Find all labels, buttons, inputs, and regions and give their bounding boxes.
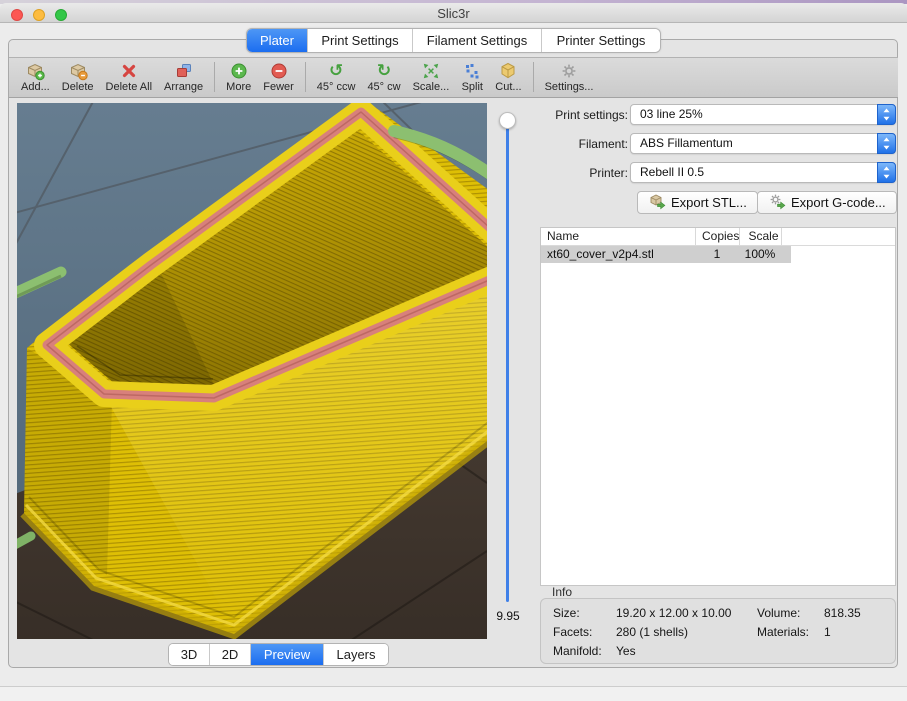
- split-label: Split: [462, 81, 483, 94]
- layer-slider-track[interactable]: [506, 126, 509, 602]
- add-label: Add...: [21, 81, 50, 94]
- tab-printer-settings[interactable]: Printer Settings: [541, 29, 660, 52]
- rotate-ccw-button[interactable]: ↺ 45° ccw: [311, 58, 362, 94]
- slic3r-window: Slic3r Plater Print Settings Filament Se…: [0, 0, 907, 701]
- settings-gear-icon: [558, 61, 580, 81]
- export-stl-label: Export STL...: [671, 195, 747, 210]
- materials-value: 1: [824, 625, 831, 639]
- export-gcode-button[interactable]: Export G-code...: [757, 191, 897, 214]
- more-button[interactable]: More: [220, 58, 257, 94]
- filament-label: Filament:: [538, 137, 628, 151]
- column-header-copies[interactable]: Copies: [695, 228, 739, 245]
- export-gcode-label: Export G-code...: [791, 195, 886, 210]
- facets-value: 280 (1 shells): [616, 625, 688, 639]
- tab-plater[interactable]: Plater: [247, 29, 307, 52]
- size-value: 19.20 x 12.00 x 10.00: [616, 606, 731, 620]
- main-tab-bar: Plater Print Settings Filament Settings …: [246, 28, 661, 53]
- table-header: Name Copies Scale: [541, 228, 895, 246]
- size-label: Size:: [553, 606, 580, 620]
- delete-all-button[interactable]: Delete All: [100, 58, 158, 94]
- cut-icon: [497, 61, 519, 81]
- popup-stepper-icon: [877, 104, 896, 125]
- column-header-scale[interactable]: Scale: [739, 228, 781, 245]
- export-stl-button[interactable]: Export STL...: [637, 191, 758, 214]
- arrange-button[interactable]: Arrange: [158, 58, 209, 94]
- export-stl-icon: [648, 192, 666, 213]
- delete-label: Delete: [62, 81, 94, 94]
- scale-button[interactable]: Scale...: [407, 58, 456, 94]
- add-box-icon: [24, 61, 46, 81]
- fewer-button[interactable]: Fewer: [257, 58, 300, 94]
- table-row[interactable]: xt60_cover_v2p4.stl 1 100%: [541, 246, 791, 263]
- layer-slider-knob[interactable]: [499, 112, 516, 129]
- column-header-empty: [781, 228, 895, 245]
- view-tab-preview[interactable]: Preview: [250, 644, 323, 665]
- print-settings-select[interactable]: 03 line 25%: [630, 104, 896, 125]
- titlebar[interactable]: Slic3r: [0, 3, 907, 23]
- filament-value: ABS Fillamentum: [640, 136, 733, 150]
- scale-label: Scale...: [413, 81, 450, 94]
- popup-stepper-icon: [877, 133, 896, 154]
- filament-select[interactable]: ABS Fillamentum: [630, 133, 896, 154]
- delete-box-icon: [67, 61, 89, 81]
- toolbar-separator: [305, 62, 306, 92]
- toolbar: Add... Delete Delete All Arrange More: [9, 57, 898, 98]
- info-group-title: Info: [552, 585, 572, 599]
- cell-copies: 1: [695, 246, 739, 263]
- more-icon: [228, 61, 250, 81]
- printer-label: Printer:: [538, 166, 628, 180]
- view-mode-tabs: 3D 2D Preview Layers: [168, 643, 389, 666]
- window-title: Slic3r: [0, 6, 907, 21]
- rotate-ccw-icon: ↺: [325, 61, 347, 81]
- cell-name: xt60_cover_v2p4.stl: [541, 246, 695, 263]
- tab-print-settings[interactable]: Print Settings: [307, 29, 412, 52]
- object-list-table[interactable]: Name Copies Scale xt60_cover_v2p4.stl 1 …: [540, 227, 896, 586]
- export-gcode-icon: [768, 192, 786, 213]
- status-bar: [0, 686, 907, 701]
- info-box: Size: 19.20 x 12.00 x 10.00 Volume: 818.…: [540, 598, 896, 664]
- materials-label: Materials:: [757, 625, 809, 639]
- print-settings-value: 03 line 25%: [640, 107, 703, 121]
- split-button[interactable]: Split: [455, 58, 489, 94]
- volume-label: Volume:: [757, 606, 800, 620]
- settings-button[interactable]: Settings...: [539, 58, 600, 94]
- column-header-name[interactable]: Name: [541, 228, 695, 245]
- rotate-cw-button[interactable]: ↻ 45° cw: [361, 58, 406, 94]
- cell-scale: 100%: [739, 246, 781, 263]
- printer-select[interactable]: Rebell II 0.5: [630, 162, 896, 183]
- add-button[interactable]: Add...: [15, 58, 56, 94]
- cut-label: Cut...: [495, 81, 521, 94]
- rotate-cw-icon: ↻: [373, 61, 395, 81]
- arrange-label: Arrange: [164, 81, 203, 94]
- view-tab-layers[interactable]: Layers: [323, 644, 388, 665]
- tab-filament-settings[interactable]: Filament Settings: [412, 29, 541, 52]
- view-tab-3d[interactable]: 3D: [169, 644, 209, 665]
- more-label: More: [226, 81, 251, 94]
- view-tab-2d[interactable]: 2D: [209, 644, 250, 665]
- print-settings-label: Print settings:: [538, 108, 628, 122]
- settings-label: Settings...: [545, 81, 594, 94]
- cut-button[interactable]: Cut...: [489, 58, 527, 94]
- fewer-icon: [268, 61, 290, 81]
- arrange-icon: [173, 61, 195, 81]
- manifold-label: Manifold:: [553, 644, 602, 658]
- manifold-value: Yes: [616, 644, 636, 658]
- printer-value: Rebell II 0.5: [640, 165, 704, 179]
- delete-all-icon: [118, 61, 140, 81]
- popup-stepper-icon: [877, 162, 896, 183]
- rotate-ccw-label: 45° ccw: [317, 81, 356, 94]
- split-icon: [461, 61, 483, 81]
- facets-label: Facets:: [553, 625, 592, 639]
- toolbar-separator: [214, 62, 215, 92]
- toolbar-separator: [533, 62, 534, 92]
- rotate-cw-label: 45° cw: [367, 81, 400, 94]
- volume-value: 818.35: [824, 606, 861, 620]
- delete-all-label: Delete All: [106, 81, 152, 94]
- scale-icon: [420, 61, 442, 81]
- layer-slider-value: 9.95: [488, 609, 528, 623]
- viewport-3d-scene[interactable]: [17, 103, 487, 639]
- delete-button[interactable]: Delete: [56, 58, 100, 94]
- fewer-label: Fewer: [263, 81, 294, 94]
